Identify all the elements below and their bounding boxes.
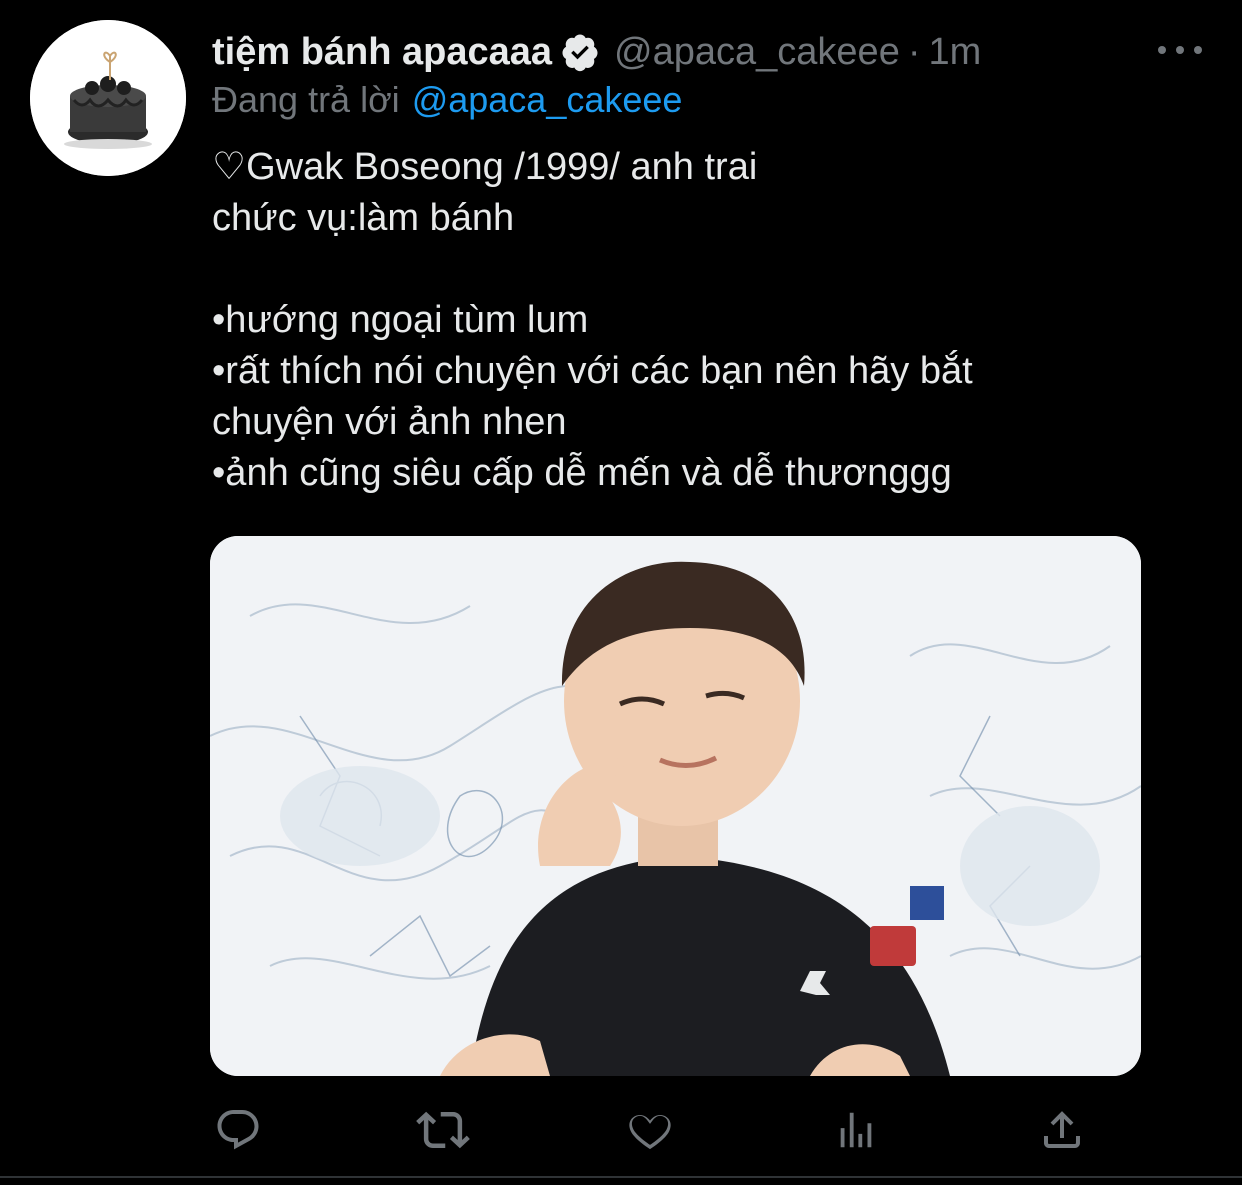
cake-avatar-image xyxy=(30,20,186,176)
heart-icon[interactable] xyxy=(622,1102,678,1158)
more-options-icon[interactable] xyxy=(1158,36,1202,64)
divider xyxy=(0,1176,1242,1178)
display-name[interactable]: tiệm bánh apacaaa xyxy=(212,31,552,74)
tweet-text-line: •hướng ngoại tùm lum xyxy=(212,299,589,341)
tweet-text-line: chức vụ:làm bánh xyxy=(212,197,515,239)
tweet-header: tiệm bánh apacaaa @apaca_cakeee · 1m xyxy=(212,26,981,78)
verified-badge-icon xyxy=(560,32,600,72)
tweet-text-line: •rất thích nói chuyện với các bạn nên hã… xyxy=(212,350,973,392)
tweet-actions xyxy=(0,1096,1242,1166)
replying-to-label: Đang trả lời xyxy=(212,79,400,120)
tweet-text-line: chuyện với ảnh nhen xyxy=(212,401,567,443)
tweet-timestamp[interactable]: 1m xyxy=(928,31,981,74)
user-handle[interactable]: @apaca_cakeee xyxy=(614,31,900,74)
replying-to: Đang trả lời @apaca_cakeee xyxy=(212,76,682,124)
tweet-text: ♡Gwak Boseong /1999/ anh trai chức vụ:là… xyxy=(212,142,1172,499)
tweet-text-line: ♡Gwak Boseong /1999/ anh trai xyxy=(212,146,758,188)
header-separator: · xyxy=(907,30,921,73)
tweet-photo[interactable] xyxy=(210,536,1141,1076)
tweet-text-line: •ảnh cũng siêu cấp dễ mến và dễ thươnggg xyxy=(212,452,952,494)
share-icon[interactable] xyxy=(1034,1102,1090,1158)
retweet-icon[interactable] xyxy=(415,1102,471,1158)
replying-to-handle[interactable]: @apaca_cakeee xyxy=(412,79,683,121)
reply-icon[interactable] xyxy=(210,1102,266,1158)
avatar[interactable] xyxy=(30,20,186,176)
analytics-icon[interactable] xyxy=(828,1102,884,1158)
